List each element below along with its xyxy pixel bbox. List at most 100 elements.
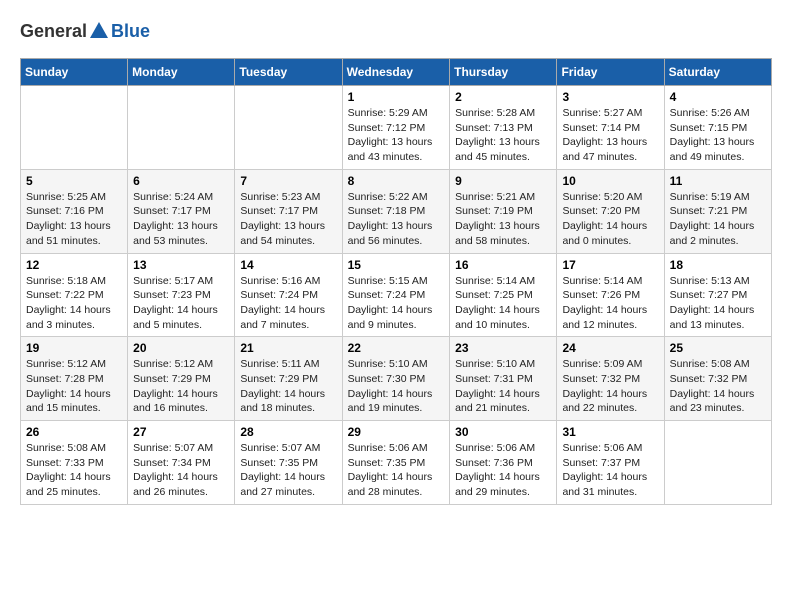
day-number: 5 — [26, 174, 122, 188]
day-number: 2 — [455, 90, 551, 104]
day-info: Sunrise: 5:28 AM Sunset: 7:13 PM Dayligh… — [455, 106, 551, 165]
day-info: Sunrise: 5:10 AM Sunset: 7:30 PM Dayligh… — [348, 357, 445, 416]
day-info: Sunrise: 5:07 AM Sunset: 7:34 PM Dayligh… — [133, 441, 229, 500]
calendar-cell — [128, 86, 235, 170]
weekday-header-row: SundayMondayTuesdayWednesdayThursdayFrid… — [21, 59, 772, 86]
calendar-cell: 3Sunrise: 5:27 AM Sunset: 7:14 PM Daylig… — [557, 86, 664, 170]
day-info: Sunrise: 5:21 AM Sunset: 7:19 PM Dayligh… — [455, 190, 551, 249]
day-info: Sunrise: 5:14 AM Sunset: 7:26 PM Dayligh… — [562, 274, 658, 333]
calendar-cell — [21, 86, 128, 170]
day-info: Sunrise: 5:12 AM Sunset: 7:29 PM Dayligh… — [133, 357, 229, 416]
day-number: 11 — [670, 174, 766, 188]
day-number: 25 — [670, 341, 766, 355]
day-number: 15 — [348, 258, 445, 272]
day-number: 27 — [133, 425, 229, 439]
calendar-cell: 17 Sunrise: 5:14 AM Sunset: 7:26 PM Dayli… — [557, 253, 664, 337]
calendar-cell: 7 Sunrise: 5:23 AM Sunset: 7:17 PM Daylig… — [235, 169, 342, 253]
weekday-header-sunday: Sunday — [21, 59, 128, 86]
calendar-cell: 20 Sunrise: 5:12 AM Sunset: 7:29 PM Dayli… — [128, 337, 235, 421]
weekday-header-thursday: Thursday — [450, 59, 557, 86]
day-number: 23 — [455, 341, 551, 355]
logo-icon — [88, 20, 110, 42]
calendar-cell: 28Sunrise: 5:07 AM Sunset: 7:35 PM Dayli… — [235, 421, 342, 505]
day-number: 22 — [348, 341, 445, 355]
calendar-cell: 24 Sunrise: 5:09 AM Sunset: 7:32 PM Dayli… — [557, 337, 664, 421]
calendar-cell — [235, 86, 342, 170]
calendar-table: SundayMondayTuesdayWednesdayThursdayFrid… — [20, 58, 772, 505]
calendar-cell: 23Sunrise: 5:10 AM Sunset: 7:31 PM Dayli… — [450, 337, 557, 421]
calendar-week-row: 5 Sunrise: 5:25 AM Sunset: 7:16 PM Daylig… — [21, 169, 772, 253]
day-info: Sunrise: 5:12 AM Sunset: 7:28 PM Dayligh… — [26, 357, 122, 416]
calendar-cell: 19 Sunrise: 5:12 AM Sunset: 7:28 PM Dayli… — [21, 337, 128, 421]
calendar-cell: 5 Sunrise: 5:25 AM Sunset: 7:16 PM Daylig… — [21, 169, 128, 253]
calendar-cell: 18Sunrise: 5:13 AM Sunset: 7:27 PM Dayli… — [664, 253, 771, 337]
calendar-cell: 12Sunrise: 5:18 AM Sunset: 7:22 PM Dayli… — [21, 253, 128, 337]
calendar-cell: 31Sunrise: 5:06 AM Sunset: 7:37 PM Dayli… — [557, 421, 664, 505]
calendar-cell: 14 Sunrise: 5:16 AM Sunset: 7:24 PM Dayli… — [235, 253, 342, 337]
calendar-cell: 15 Sunrise: 5:15 AM Sunset: 7:24 PM Dayli… — [342, 253, 450, 337]
day-info: Sunrise: 5:08 AM Sunset: 7:33 PM Dayligh… — [26, 441, 122, 500]
weekday-header-saturday: Saturday — [664, 59, 771, 86]
day-number: 14 — [240, 258, 336, 272]
calendar-cell: 21 Sunrise: 5:11 AM Sunset: 7:29 PM Dayli… — [235, 337, 342, 421]
weekday-header-wednesday: Wednesday — [342, 59, 450, 86]
day-number: 7 — [240, 174, 336, 188]
day-number: 30 — [455, 425, 551, 439]
logo-blue-text: Blue — [111, 21, 150, 42]
calendar-cell: 8 Sunrise: 5:22 AM Sunset: 7:18 PM Daylig… — [342, 169, 450, 253]
day-info: Sunrise: 5:17 AM Sunset: 7:23 PM Dayligh… — [133, 274, 229, 333]
calendar-cell: 16 Sunrise: 5:14 AM Sunset: 7:25 PM Dayli… — [450, 253, 557, 337]
day-number: 10 — [562, 174, 658, 188]
day-number: 9 — [455, 174, 551, 188]
day-info: Sunrise: 5:22 AM Sunset: 7:18 PM Dayligh… — [348, 190, 445, 249]
day-number: 1 — [348, 90, 445, 104]
calendar-cell: 1 Sunrise: 5:29 AM Sunset: 7:12 PM Daylig… — [342, 86, 450, 170]
calendar-cell: 25 Sunrise: 5:08 AM Sunset: 7:32 PM Dayli… — [664, 337, 771, 421]
day-number: 13 — [133, 258, 229, 272]
calendar-cell: 13 Sunrise: 5:17 AM Sunset: 7:23 PM Dayli… — [128, 253, 235, 337]
day-number: 12 — [26, 258, 122, 272]
day-number: 16 — [455, 258, 551, 272]
day-info: Sunrise: 5:16 AM Sunset: 7:24 PM Dayligh… — [240, 274, 336, 333]
logo: General Blue — [20, 20, 150, 42]
day-info: Sunrise: 5:08 AM Sunset: 7:32 PM Dayligh… — [670, 357, 766, 416]
day-info: Sunrise: 5:06 AM Sunset: 7:36 PM Dayligh… — [455, 441, 551, 500]
calendar-cell: 29Sunrise: 5:06 AM Sunset: 7:35 PM Dayli… — [342, 421, 450, 505]
calendar-week-row: 26 Sunrise: 5:08 AM Sunset: 7:33 PM Dayli… — [21, 421, 772, 505]
day-info: Sunrise: 5:09 AM Sunset: 7:32 PM Dayligh… — [562, 357, 658, 416]
day-info: Sunrise: 5:11 AM Sunset: 7:29 PM Dayligh… — [240, 357, 336, 416]
day-info: Sunrise: 5:25 AM Sunset: 7:16 PM Dayligh… — [26, 190, 122, 249]
calendar-cell: 2 Sunrise: 5:28 AM Sunset: 7:13 PM Daylig… — [450, 86, 557, 170]
day-number: 28 — [240, 425, 336, 439]
calendar-cell: 11 Sunrise: 5:19 AM Sunset: 7:21 PM Dayli… — [664, 169, 771, 253]
day-info: Sunrise: 5:14 AM Sunset: 7:25 PM Dayligh… — [455, 274, 551, 333]
day-info: Sunrise: 5:06 AM Sunset: 7:37 PM Dayligh… — [562, 441, 658, 500]
day-info: Sunrise: 5:23 AM Sunset: 7:17 PM Dayligh… — [240, 190, 336, 249]
day-info: Sunrise: 5:20 AM Sunset: 7:20 PM Dayligh… — [562, 190, 658, 249]
calendar-cell: 26 Sunrise: 5:08 AM Sunset: 7:33 PM Dayli… — [21, 421, 128, 505]
day-info: Sunrise: 5:29 AM Sunset: 7:12 PM Dayligh… — [348, 106, 445, 165]
calendar-week-row: 12Sunrise: 5:18 AM Sunset: 7:22 PM Dayli… — [21, 253, 772, 337]
day-number: 21 — [240, 341, 336, 355]
calendar-cell: 6 Sunrise: 5:24 AM Sunset: 7:17 PM Daylig… — [128, 169, 235, 253]
day-info: Sunrise: 5:24 AM Sunset: 7:17 PM Dayligh… — [133, 190, 229, 249]
calendar-cell: 22 Sunrise: 5:10 AM Sunset: 7:30 PM Dayli… — [342, 337, 450, 421]
day-number: 24 — [562, 341, 658, 355]
weekday-header-monday: Monday — [128, 59, 235, 86]
day-number: 20 — [133, 341, 229, 355]
calendar-cell: 10 Sunrise: 5:20 AM Sunset: 7:20 PM Dayli… — [557, 169, 664, 253]
day-info: Sunrise: 5:19 AM Sunset: 7:21 PM Dayligh… — [670, 190, 766, 249]
weekday-header-friday: Friday — [557, 59, 664, 86]
calendar-week-row: 1 Sunrise: 5:29 AM Sunset: 7:12 PM Daylig… — [21, 86, 772, 170]
page-header: General Blue — [20, 20, 772, 42]
day-number: 8 — [348, 174, 445, 188]
day-info: Sunrise: 5:15 AM Sunset: 7:24 PM Dayligh… — [348, 274, 445, 333]
day-number: 17 — [562, 258, 658, 272]
calendar-cell — [664, 421, 771, 505]
day-number: 19 — [26, 341, 122, 355]
day-info: Sunrise: 5:26 AM Sunset: 7:15 PM Dayligh… — [670, 106, 766, 165]
calendar-cell: 4Sunrise: 5:26 AM Sunset: 7:15 PM Daylig… — [664, 86, 771, 170]
day-info: Sunrise: 5:27 AM Sunset: 7:14 PM Dayligh… — [562, 106, 658, 165]
day-number: 6 — [133, 174, 229, 188]
day-number: 26 — [26, 425, 122, 439]
